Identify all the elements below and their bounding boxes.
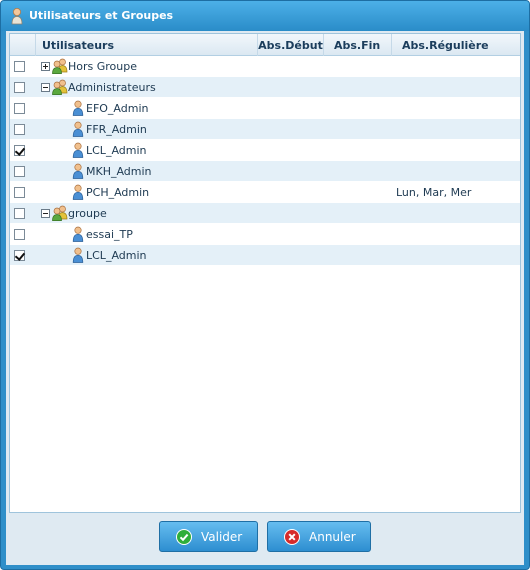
users-groups-dialog: Utilisateurs et Groupes Utilisateurs Abs…: [0, 0, 530, 570]
grid-header: Utilisateurs Abs.Début Abs.Fin Abs.Régul…: [10, 34, 520, 56]
user-row[interactable]: LCL_Admin: [10, 140, 520, 161]
user-row[interactable]: MKH_Admin: [10, 161, 520, 182]
header-check-column: [10, 34, 36, 56]
user-icon: [72, 226, 84, 245]
user-icon: [11, 8, 23, 25]
user-label: LCL_Admin: [86, 249, 147, 262]
collapse-icon[interactable]: [41, 83, 50, 92]
cancel-button[interactable]: Annuler: [267, 521, 371, 552]
grid-rows: Hors Groupe Administrateurs EFO_Admin FFR_A…: [10, 56, 520, 266]
row-checkbox[interactable]: [14, 187, 25, 198]
row-checkbox[interactable]: [14, 103, 25, 114]
header-abs-reguliere[interactable]: Abs.Régulière: [392, 34, 520, 56]
group-icon: [51, 79, 69, 98]
group-label: Administrateurs: [68, 81, 156, 94]
user-row[interactable]: EFO_Admin: [10, 98, 520, 119]
row-checkbox[interactable]: [14, 208, 25, 219]
validate-label: Valider: [201, 530, 243, 544]
header-abs-fin[interactable]: Abs.Fin: [324, 34, 392, 56]
expand-icon[interactable]: [41, 62, 50, 71]
dialog-body: Utilisateurs Abs.Début Abs.Fin Abs.Régul…: [6, 31, 524, 565]
group-icon: [51, 58, 69, 77]
row-checkbox[interactable]: [14, 61, 25, 72]
row-checkbox[interactable]: [14, 82, 25, 93]
title-bar[interactable]: Utilisateurs et Groupes: [1, 1, 529, 31]
user-label: MKH_Admin: [86, 165, 152, 178]
user-row[interactable]: FFR_Admin: [10, 119, 520, 140]
row-checkbox[interactable]: [14, 145, 25, 156]
user-label: LCL_Admin: [86, 144, 147, 157]
abs-reguliere-value: Lun, Mar, Mer: [396, 186, 472, 199]
group-row[interactable]: groupe: [10, 203, 520, 224]
user-row[interactable]: LCL_Admin: [10, 245, 520, 266]
row-checkbox[interactable]: [14, 124, 25, 135]
x-circle-icon: [284, 529, 300, 545]
user-row[interactable]: PCH_Admin Lun, Mar, Mer: [10, 182, 520, 203]
users-grid: Utilisateurs Abs.Début Abs.Fin Abs.Régul…: [9, 33, 521, 513]
group-row[interactable]: Hors Groupe: [10, 56, 520, 77]
header-abs-debut[interactable]: Abs.Début: [258, 34, 324, 56]
row-checkbox[interactable]: [14, 250, 25, 261]
check-circle-icon: [176, 529, 192, 545]
window-title: Utilisateurs et Groupes: [29, 9, 174, 22]
header-users[interactable]: Utilisateurs: [36, 34, 258, 56]
user-label: EFO_Admin: [86, 102, 149, 115]
user-label: FFR_Admin: [86, 123, 147, 136]
user-icon: [72, 184, 84, 203]
group-label: Hors Groupe: [68, 60, 138, 73]
user-icon: [72, 121, 84, 140]
user-label: essai_TP: [86, 228, 133, 241]
row-checkbox[interactable]: [14, 229, 25, 240]
user-row[interactable]: essai_TP: [10, 224, 520, 245]
user-icon: [72, 247, 84, 266]
user-icon: [72, 163, 84, 182]
collapse-icon[interactable]: [41, 209, 50, 218]
validate-button[interactable]: Valider: [159, 521, 258, 552]
group-label: groupe: [68, 207, 107, 220]
user-label: PCH_Admin: [86, 186, 150, 199]
group-icon: [51, 205, 69, 224]
cancel-label: Annuler: [309, 530, 356, 544]
user-icon: [72, 100, 84, 119]
group-row[interactable]: Administrateurs: [10, 77, 520, 98]
row-checkbox[interactable]: [14, 166, 25, 177]
user-icon: [72, 142, 84, 161]
